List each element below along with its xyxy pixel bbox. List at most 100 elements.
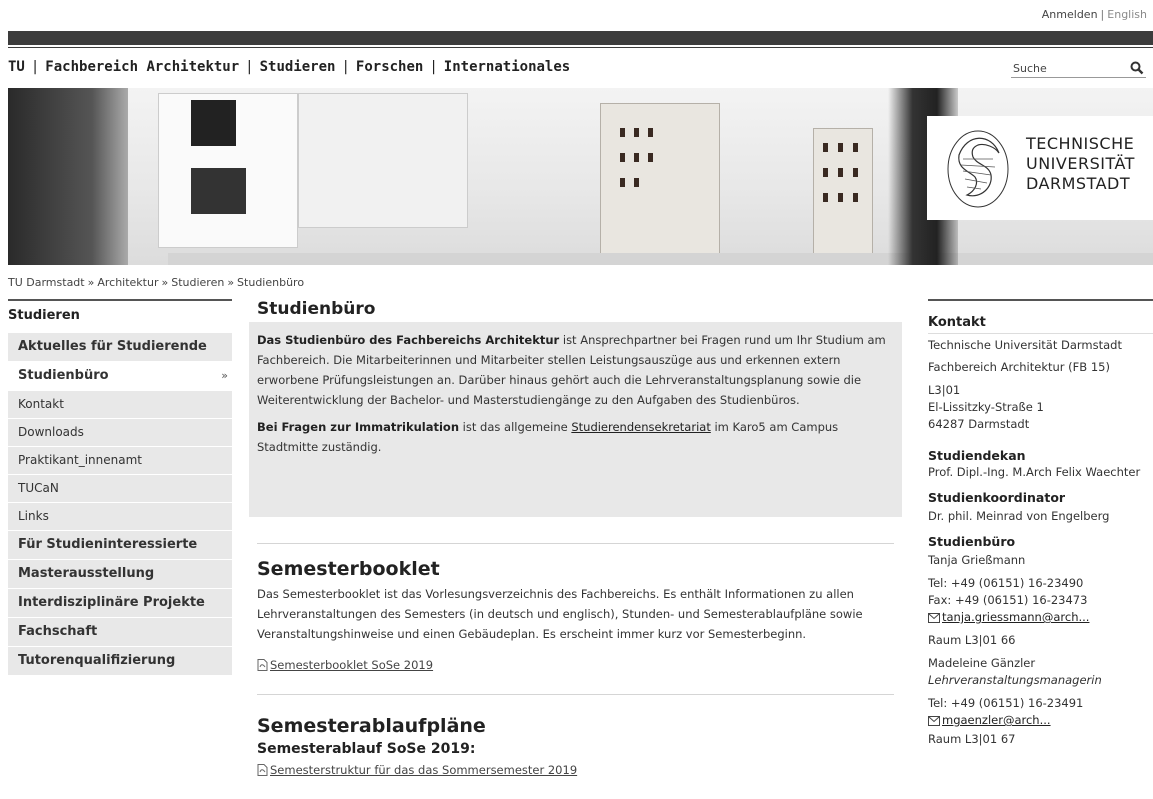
breadcrumb-current: Studienbüro [237, 276, 305, 289]
intro-box: Das Studienbüro des Fachbereichs Archite… [249, 322, 902, 517]
breadcrumb-item[interactable]: Studieren [171, 276, 224, 289]
left-nav: Studieren Aktuelles für Studierende Stud… [8, 299, 232, 675]
hero-model-window [823, 143, 828, 152]
booklet-text: Das Semesterbooklet ist das Vorlesungsve… [257, 587, 863, 641]
contact-role-text: Lehrveranstaltungsmanagerin [928, 673, 1102, 687]
nav-tu[interactable]: TU [8, 59, 25, 75]
studiendekan-label: Studiendekan [928, 448, 1026, 463]
hero-model-building [600, 103, 720, 258]
left-nav-item-downloads[interactable]: Downloads [8, 418, 232, 446]
intro-paragraph: Das Studienbüro des Fachbereichs Archite… [257, 330, 894, 410]
contact-person-name: Madeleine Gänzler [928, 656, 1036, 670]
left-nav-item-studieninteressierte[interactable]: Für Studieninteressierte [8, 530, 232, 559]
left-nav-item-studienbuero[interactable]: Studienbüro » [8, 361, 232, 390]
hero-model-window [823, 168, 828, 177]
contact-person-room: Raum L3|01 67 [928, 732, 1016, 746]
contact-person-name: Tanja Grießmann [928, 553, 1026, 567]
hero-model-window [838, 143, 843, 152]
booklet-title: Semesterbooklet [257, 558, 440, 580]
hero-model-window [838, 193, 843, 202]
contact-heading: Kontakt [928, 301, 1153, 334]
left-nav-item-aktuelles[interactable]: Aktuelles für Studierende [8, 332, 232, 361]
breadcrumb-separator: » [161, 276, 169, 289]
left-nav-item-kontakt[interactable]: Kontakt [8, 390, 232, 418]
breadcrumb-item[interactable]: Architektur [97, 276, 158, 289]
breadcrumb: TU Darmstadt» Architektur» Studieren» Studi… [8, 276, 304, 289]
booklet-file: Semesterbooklet SoSe 2019 [257, 658, 894, 672]
language-link[interactable]: English [1107, 8, 1147, 21]
hero-poster-board [298, 93, 468, 228]
breadcrumb-item[interactable]: TU Darmstadt [8, 276, 85, 289]
left-nav-item-label: TUCaN [18, 481, 59, 495]
nav-separator: | [30, 59, 40, 75]
search-input[interactable] [1011, 60, 1121, 76]
contact-person-room: Raum L3|01 66 [928, 633, 1016, 647]
booklet-download-link[interactable]: Semesterbooklet SoSe 2019 [270, 658, 433, 672]
nav-studieren[interactable]: Studieren [260, 59, 336, 75]
immatrikulation-bold: Bei Fragen zur Immatrikulation [257, 420, 460, 434]
left-nav-item-label: Kontakt [18, 397, 64, 411]
mail-link-gaenzler[interactable]: mgaenzler@arch... [942, 713, 1051, 727]
hero-poster-image [191, 100, 236, 146]
left-nav-item-label: Downloads [18, 425, 84, 439]
booklet-section: Semesterbooklet Das Semesterbooklet ist … [249, 544, 902, 672]
hero-model-window [648, 128, 653, 137]
left-nav-item-fachschaft[interactable]: Fachschaft [8, 617, 232, 646]
search-icon[interactable] [1130, 61, 1146, 77]
hero-table [168, 253, 1153, 265]
left-nav-item-label: Masterausstellung [18, 566, 155, 581]
hero-poster-image [191, 168, 246, 214]
left-nav-item-links[interactable]: Links [8, 502, 232, 530]
ablauf-title: Semesterablaufpläne [257, 715, 486, 737]
contact-person-tel: Tel: +49 (06151) 16-23490 [928, 576, 1084, 590]
hero-model-window [620, 153, 625, 162]
left-nav-item-praktikantenamt[interactable]: Praktikant_innenamt [8, 446, 232, 474]
page-title: Studienbüro [257, 299, 376, 319]
logo-line-2: UNIVERSITÄT [1026, 154, 1135, 173]
hero-shadow [8, 88, 128, 265]
studiendekan-name: Prof. Dipl.-Ing. M.Arch Felix Waechter [928, 465, 1141, 479]
studierendensekretariat-link[interactable]: Studierendensekretariat [571, 420, 710, 434]
left-nav-item-tucan[interactable]: TUCaN [8, 474, 232, 502]
header-rule [8, 47, 1153, 48]
mail-link-griessmann[interactable]: tanja.griessmann@arch... [942, 610, 1089, 624]
hero-model-window [838, 168, 843, 177]
nav-separator: | [245, 59, 254, 75]
left-nav-item-label: Studienbüro [18, 368, 109, 383]
hero-model-building [813, 128, 873, 258]
top-utility-bar: Anmelden | English [0, 0, 1153, 28]
hero-model-window [853, 193, 858, 202]
logo-line-3: DARMSTADT [1026, 174, 1131, 193]
hero-model-window [634, 153, 639, 162]
left-nav-item-label: Interdisziplinäre Projekte [18, 595, 205, 610]
hero-model-window [620, 178, 625, 187]
pdf-file-icon [257, 764, 268, 776]
mail-icon [928, 716, 940, 726]
breadcrumb-separator: » [87, 276, 95, 289]
immatrikulation-paragraph: Bei Fragen zur Immatrikulation ist das a… [257, 417, 894, 457]
nav-forschen[interactable]: Forschen [356, 59, 423, 75]
semesterstruktur-link[interactable]: Semesterstruktur für das das Sommersemes… [270, 763, 577, 777]
studienkoordinator-label: Studienkoordinator [928, 490, 1066, 505]
header-bar [8, 31, 1153, 45]
left-nav-item-masterausstellung[interactable]: Masterausstellung [8, 559, 232, 588]
hero-model-window [634, 128, 639, 137]
studienbuero-label: Studienbüro [928, 534, 1016, 549]
top-links-separator: | [1100, 8, 1105, 21]
left-nav-item-label: Praktikant_innenamt [18, 453, 142, 467]
chevron-right-icon: » [221, 369, 228, 382]
nav-fachbereich[interactable]: Fachbereich Architektur [45, 59, 239, 75]
left-nav-item-label: Für Studieninteressierte [18, 537, 198, 552]
pdf-file-icon [257, 659, 268, 671]
contact-person-fax: Fax: +49 (06151) 16-23473 [928, 593, 1088, 607]
breadcrumb-separator: » [227, 276, 235, 289]
tu-logo[interactable]: TECHNISCHE UNIVERSITÄT DARMSTADT [927, 116, 1153, 220]
main-nav: TU | Fachbereich Architektur | Studieren | For… [8, 59, 570, 75]
login-link[interactable]: Anmelden [1042, 8, 1098, 21]
hero-model-window [853, 143, 858, 152]
left-nav-item-projekte[interactable]: Interdisziplinäre Projekte [8, 588, 232, 617]
left-nav-item-tutorenqualifizierung[interactable]: Tutorenqualifizierung [8, 646, 232, 675]
athene-seal-icon [947, 130, 1009, 208]
nav-internationales[interactable]: Internationales [444, 59, 570, 75]
hero-model-window [823, 193, 828, 202]
